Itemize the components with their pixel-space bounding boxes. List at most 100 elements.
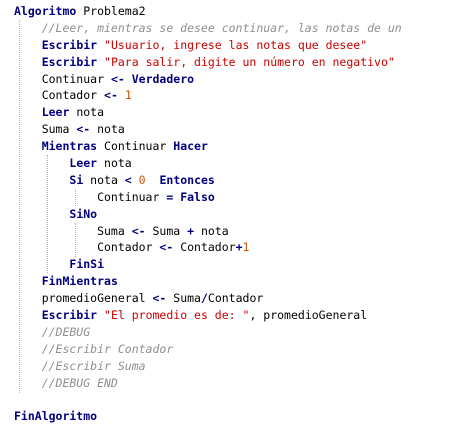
keyword-token: Leer <box>69 156 98 171</box>
keyword-token: <- <box>104 88 118 103</box>
code-line[interactable]: Escribir "Usuario, ingrese las notas que… <box>14 37 402 54</box>
keyword-token: FinSi <box>69 257 105 272</box>
keyword-token: Hacer <box>173 139 208 154</box>
keyword-token: + <box>187 223 195 238</box>
identifier-token: Contador <box>173 240 236 255</box>
identifier-token: Continuar <box>14 189 167 204</box>
identifier-token: nota <box>97 156 132 171</box>
keyword-token: Falso <box>180 189 215 204</box>
identifier-token: Suma <box>166 291 201 306</box>
identifier-token <box>14 156 69 170</box>
identifier-token: Continuar <box>97 139 174 154</box>
identifier-token <box>14 55 42 69</box>
code-line[interactable]: Contador <- Contador+1 <box>14 239 402 256</box>
number-token: 0 <box>138 172 146 187</box>
code-line[interactable] <box>14 391 402 408</box>
identifier-token: Contador <box>207 291 264 306</box>
code-line[interactable]: //DEBUG <box>14 324 402 341</box>
code-editor[interactable]: Algoritmo Problema2 //Leer, mientras se … <box>0 0 459 426</box>
identifier-token: Suma <box>14 223 132 238</box>
keyword-token: <- <box>110 71 125 86</box>
string-token: "Usuario, ingrese las notas que desee" <box>104 37 368 52</box>
keyword-token: Escribir <box>41 308 98 323</box>
identifier-token <box>14 257 69 271</box>
comment-token: //Escribir Contador <box>14 341 174 356</box>
identifier-token <box>97 55 104 69</box>
identifier-token <box>14 274 42 288</box>
comment-token: //DEBUG END <box>14 375 118 390</box>
code-line[interactable]: Continuar = Falso <box>14 189 402 206</box>
identifier-token: Contador <box>14 88 105 103</box>
code-line[interactable]: //Leer, mientras se desee continuar, las… <box>14 20 402 37</box>
code-line[interactable]: Escribir "Para salir, digite un número e… <box>14 54 402 71</box>
keyword-token: / <box>200 291 208 306</box>
keyword-token: <- <box>76 122 91 137</box>
identifier-token <box>14 105 42 119</box>
code-line[interactable]: FinMientras <box>14 273 402 290</box>
keyword-token: <- <box>131 223 146 238</box>
identifier-token <box>132 173 139 187</box>
identifier-token <box>14 173 69 187</box>
number-token: 1 <box>242 240 250 255</box>
keyword-token: Verdadero <box>131 71 195 86</box>
identifier-token <box>118 88 125 102</box>
code-line[interactable]: FinAlgoritmo <box>14 408 402 425</box>
identifier-token <box>14 207 69 221</box>
code-line[interactable]: Escribir "El promedio es de: ", promedio… <box>14 307 402 324</box>
keyword-token: SiNo <box>69 206 98 221</box>
keyword-token: Entonces <box>159 172 215 187</box>
code-line[interactable]: //DEBUG END <box>14 375 402 392</box>
number-token: 1 <box>124 88 132 103</box>
code-line[interactable]: Leer nota <box>14 104 402 121</box>
keyword-token: + <box>235 240 243 255</box>
code-line[interactable]: //Escribir Contador <box>14 341 402 358</box>
code-line[interactable]: FinSi <box>14 256 402 273</box>
comment-token: //Escribir Suma <box>14 358 146 373</box>
identifier-token: Contador <box>14 240 160 255</box>
code-line[interactable]: Suma <- nota <box>14 121 402 138</box>
comment-token: //Leer, mientras se desee continuar, las… <box>14 20 402 35</box>
keyword-token: Si <box>69 172 84 187</box>
code-line[interactable]: promedioGeneral <- Suma/Contador <box>14 290 402 307</box>
keyword-token: <- <box>159 240 174 255</box>
identifier-token <box>97 38 104 52</box>
identifier-token: nota <box>69 105 105 120</box>
identifier-token: Problema2 <box>76 4 146 18</box>
identifier-token: nota <box>194 223 229 238</box>
identifier-token: Suma <box>14 122 77 137</box>
identifier-token: , promedioGeneral <box>249 308 368 323</box>
code-line[interactable]: Algoritmo Problema2 <box>14 3 402 20</box>
code-line[interactable]: //Escribir Suma <box>14 358 402 375</box>
code-line[interactable]: Si nota < 0 Entonces <box>14 172 402 189</box>
keyword-token: Algoritmo <box>14 4 77 18</box>
identifier-token: nota <box>90 122 125 137</box>
identifier-token <box>14 308 42 322</box>
keyword-token: < <box>124 172 132 187</box>
code-line[interactable]: Leer nota <box>14 155 402 172</box>
keyword-token: FinAlgoritmo <box>14 409 98 424</box>
string-token: "El promedio es de: " <box>104 308 250 323</box>
identifier-token <box>146 173 160 187</box>
code-line[interactable]: SiNo <box>14 206 402 223</box>
keyword-token: Escribir <box>41 54 98 69</box>
code-line[interactable]: Continuar <- Verdadero <box>14 71 402 88</box>
comment-token: //DEBUG <box>14 324 91 339</box>
code-line[interactable]: Contador <- 1 <box>14 87 402 104</box>
keyword-token: Escribir <box>41 37 98 52</box>
keyword-token: <- <box>152 291 167 306</box>
keyword-token: FinMientras <box>41 274 118 289</box>
identifier-token <box>14 38 42 52</box>
identifier-token: promedioGeneral <box>14 291 153 306</box>
identifier-token: Suma <box>145 223 188 238</box>
identifier-token: Continuar <box>14 71 111 86</box>
string-token: "Para salir, digite un número en negativ… <box>104 54 395 69</box>
keyword-token: Leer <box>41 105 70 120</box>
code-line[interactable]: Mientras Continuar Hacer <box>14 138 402 155</box>
identifier-token <box>97 308 104 322</box>
code-line[interactable]: Suma <- Suma + nota <box>14 223 402 240</box>
keyword-token: Mientras <box>41 139 98 154</box>
code-area[interactable]: Algoritmo Problema2 //Leer, mientras se … <box>14 3 402 425</box>
identifier-token: nota <box>83 172 125 187</box>
identifier-token <box>14 139 42 153</box>
identifier-token <box>125 72 132 86</box>
